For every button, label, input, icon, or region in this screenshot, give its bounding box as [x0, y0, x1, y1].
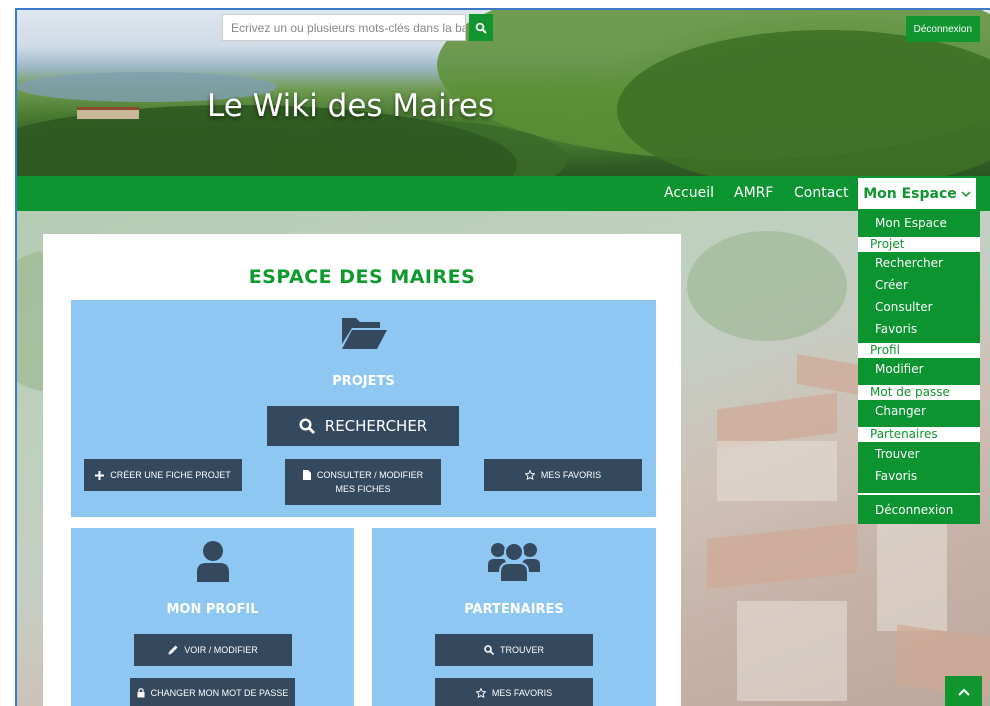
partner-favorites-label: MES FAVORIS [491, 687, 553, 698]
back-to-top-button[interactable] [945, 676, 982, 706]
create-project-label: CRÉER UNE FICHE PROJET [110, 469, 231, 480]
consult-line-wrap: CONSULTER / MODIFIER [302, 468, 424, 482]
search-icon [475, 22, 487, 34]
page-title: ESPACE DES MAIRES [248, 266, 476, 288]
main-navbar: Accueil AMRF Contact Mon Espace [17, 176, 990, 211]
nav-item-contact[interactable]: Contact [794, 176, 848, 211]
browser-viewport: Le Wiki des Maires Ecrivez un ou plusieu… [15, 8, 990, 706]
dropdown-item-trouver[interactable]: Trouver [858, 444, 980, 465]
consult-label-line2: MES FICHES [335, 484, 391, 494]
search-icon [299, 418, 315, 434]
view-modify-label: VOIR / MODIFIER [184, 644, 258, 655]
lock-icon [137, 688, 145, 698]
user-icon [196, 540, 230, 586]
change-password-label: CHANGER MON MOT DE PASSE [150, 687, 289, 698]
nav-item-mon-espace[interactable]: Mon Espace [858, 178, 976, 209]
projets-favorites-label: MES FAVORIS [540, 469, 602, 480]
projets-panel: PROJETS RECHERCHER CRÉER UNE FICHE PROJE… [71, 300, 656, 517]
nav-item-amrf[interactable]: AMRF [734, 176, 773, 211]
rechercher-button[interactable]: RECHERCHER [267, 406, 459, 446]
projets-title: PROJETS [332, 374, 395, 389]
consult-label-line1: CONSULTER / MODIFIER [316, 469, 424, 480]
dropdown-item-changer[interactable]: Changer [858, 401, 980, 422]
file-icon [302, 469, 311, 480]
dropdown-item-favoris-partenaires[interactable]: Favoris [858, 466, 980, 487]
dropdown-item-mon-espace[interactable]: Mon Espace [858, 213, 980, 234]
header-banner [17, 10, 990, 225]
dropdown-item-modifier[interactable]: Modifier [858, 359, 980, 380]
find-partner-label: TROUVER [499, 644, 544, 655]
dropdown-item-rechercher[interactable]: Rechercher [858, 253, 980, 274]
view-modify-profile-button[interactable]: VOIR / MODIFIER [134, 634, 292, 666]
rechercher-label: RECHERCHER [324, 417, 428, 435]
espace-card: ESPACE DES MAIRES PROJETS RECHERCHER CRÉ… [43, 234, 681, 706]
star-icon [524, 470, 535, 480]
dropdown-item-deconnexion[interactable]: Déconnexion [858, 500, 980, 521]
change-password-button[interactable]: CHANGER MON MOT DE PASSE [130, 678, 295, 706]
create-project-button[interactable]: CRÉER UNE FICHE PROJET [84, 459, 242, 491]
partner-favorites-button[interactable]: MES FAVORIS [435, 678, 593, 706]
dropdown-item-creer[interactable]: Créer [858, 275, 980, 296]
plus-icon [95, 470, 105, 480]
dropdown-item-consulter[interactable]: Consulter [858, 297, 980, 318]
profil-panel: MON PROFIL VOIR / MODIFIER CHANGER MON M… [71, 528, 354, 706]
profil-title: MON PROFIL [166, 602, 259, 617]
projets-favorites-button[interactable]: MES FAVORIS [484, 459, 642, 491]
site-title[interactable]: Le Wiki des Maires [207, 88, 494, 124]
search-icon [484, 645, 494, 655]
search-input[interactable]: Ecrivez un ou plusieurs mots-clés dans l… [222, 14, 466, 41]
users-icon [488, 538, 540, 586]
dropdown-header-profil: Profil [858, 343, 980, 358]
partenaires-title: PARTENAIRES [464, 602, 564, 617]
search-button[interactable] [469, 14, 493, 41]
folder-open-icon [340, 314, 388, 354]
nav-item-accueil[interactable]: Accueil [664, 176, 714, 211]
dropdown-header-partenaires: Partenaires [858, 427, 980, 442]
dropdown-item-favoris-projet[interactable]: Favoris [858, 319, 980, 340]
logout-button[interactable]: Déconnexion [905, 16, 980, 42]
star-icon [475, 688, 486, 698]
dropdown-header-projet: Projet [858, 237, 980, 252]
find-partner-button[interactable]: TROUVER [435, 634, 593, 666]
chevron-up-icon [957, 688, 970, 696]
dropdown-header-mot-de-passe: Mot de passe [858, 385, 980, 400]
mon-espace-dropdown: Mon Espace Projet Rechercher Créer Consu… [858, 211, 980, 524]
consult-modify-button[interactable]: CONSULTER / MODIFIER MES FICHES [285, 459, 441, 505]
dropdown-divider [858, 493, 980, 495]
nav-espace-label: Mon Espace [863, 185, 957, 202]
banner-farmhouse [77, 107, 139, 119]
pencil-icon [168, 645, 178, 655]
partenaires-panel: PARTENAIRES TROUVER MES FAVORIS [372, 528, 656, 706]
chevron-down-icon [961, 190, 971, 197]
